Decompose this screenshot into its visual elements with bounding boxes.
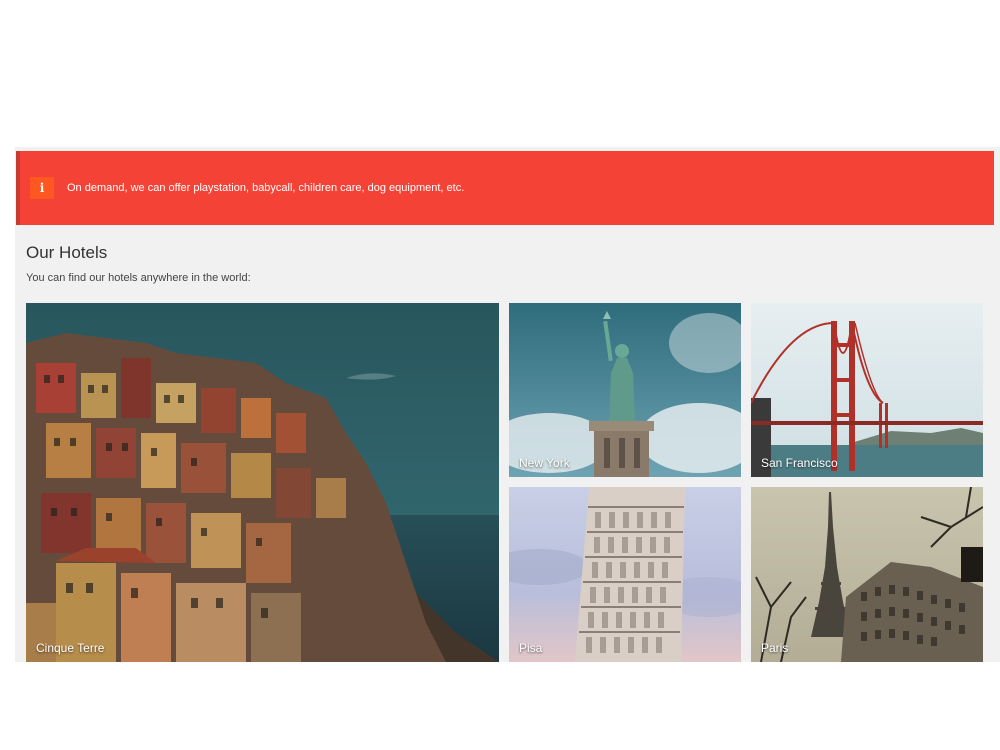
san-francisco-image [751,303,983,477]
hotel-tile-new-york[interactable]: New York [509,303,741,477]
info-icon: i [30,177,54,199]
hotel-label: Pisa [519,641,543,655]
paris-image [751,487,983,662]
hotel-tile-san-francisco[interactable]: San Francisco [751,303,983,477]
pisa-image [509,487,741,662]
hotel-tile-pisa[interactable]: Pisa [509,487,741,662]
hotel-tile-paris[interactable]: Paris [751,487,983,662]
hotel-label: Cinque Terre [36,641,105,655]
hotel-label: New York [519,456,570,470]
new-york-image [509,303,741,477]
info-alert: i On demand, we can offer playstation, b… [16,151,994,225]
section-subtitle: You can find our hotels anywhere in the … [26,272,251,284]
section-title: Our Hotels [26,243,108,262]
cinque-terre-image [26,303,499,662]
hotel-label: Paris [761,641,789,655]
hotel-label: San Francisco [761,456,838,470]
alert-message: On demand, we can offer playstation, bab… [67,182,465,194]
hotel-tile-cinque-terre[interactable]: Cinque Terre [26,303,499,662]
